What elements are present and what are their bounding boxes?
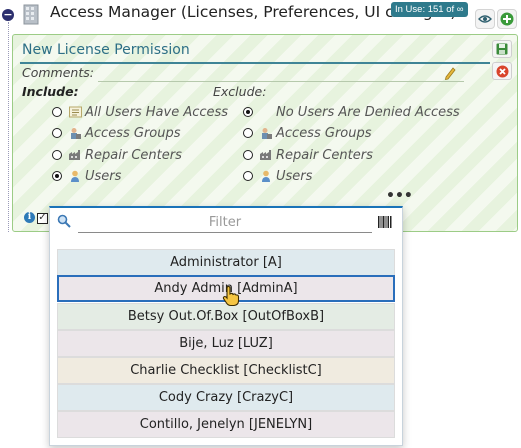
users-list-icon (68, 105, 82, 119)
eye-icon (478, 15, 492, 23)
save-button[interactable] (492, 40, 512, 58)
hand-cursor-icon (222, 285, 240, 307)
list-item[interactable]: Charlie Checklist [ChecklistC] (57, 357, 395, 384)
include-access-groups-radio[interactable]: Access Groups (52, 124, 181, 142)
exclude-option-label: No Users Are Denied Access (276, 104, 460, 120)
include-option-label: All Users Have Access (85, 104, 229, 120)
exclude-users-radio[interactable]: Users (243, 167, 312, 185)
license-usage-badge: In Use: 151 of ∞ (391, 2, 468, 17)
radio-button[interactable] (52, 128, 62, 138)
collapse-icon[interactable]: − (2, 9, 14, 21)
more-options-button[interactable]: ••• (386, 188, 413, 204)
building-icon (23, 4, 39, 25)
exclude-access-groups-radio[interactable]: Access Groups (243, 124, 372, 142)
exclude-none-radio[interactable]: No Users Are Denied Access (243, 103, 460, 121)
save-icon (496, 43, 508, 55)
section-divider (20, 62, 490, 64)
user-icon (68, 169, 82, 183)
radio-button[interactable] (52, 150, 62, 160)
plus-circle-icon (500, 12, 514, 26)
comments-field[interactable] (98, 66, 464, 82)
close-circle-icon (496, 65, 508, 77)
blank-icon-slot (259, 105, 273, 119)
include-users-radio[interactable]: Users (52, 167, 121, 185)
exclude-option-label: Access Groups (276, 125, 372, 141)
radio-button[interactable] (243, 128, 253, 138)
exclude-option-label: Users (276, 168, 313, 184)
list-item[interactable]: Administrator [A] (57, 249, 395, 276)
radio-button[interactable] (243, 150, 253, 160)
cancel-button[interactable] (492, 62, 512, 80)
list-item[interactable]: Betsy Out.Of.Box [OutOfBoxB] (57, 303, 395, 330)
add-button[interactable] (497, 9, 517, 29)
include-option-label: Access Groups (85, 125, 181, 141)
radio-button-selected[interactable] (243, 107, 253, 117)
access-group-icon (259, 126, 273, 140)
exclude-repair-centers-radio[interactable]: Repair Centers (243, 146, 373, 164)
barcode-icon[interactable] (378, 215, 392, 229)
user-icon (259, 169, 273, 183)
list-item[interactable]: Cody Crazy [CrazyC] (57, 384, 395, 411)
radio-button[interactable] (52, 107, 62, 117)
factory-icon (68, 148, 82, 162)
factory-icon (259, 148, 273, 162)
include-all-users-radio[interactable]: All Users Have Access (52, 103, 228, 121)
access-group-icon (68, 126, 82, 140)
exclude-option-label: Repair Centers (276, 147, 373, 163)
filter-input[interactable] (78, 213, 372, 233)
include-label: Include: (22, 84, 79, 99)
list-item[interactable]: Bije, Luz [LUZ] (57, 330, 395, 357)
list-item[interactable]: Contillo, Jenelyn [JENELYN] (57, 411, 395, 438)
view-button[interactable] (475, 9, 495, 29)
tree-guide-line (8, 22, 9, 232)
info-icon[interactable]: i (24, 212, 35, 223)
include-option-label: Repair Centers (85, 147, 182, 163)
radio-button[interactable] (243, 171, 253, 181)
include-repair-centers-radio[interactable]: Repair Centers (52, 146, 182, 164)
exclude-label: Exclude: (213, 84, 267, 99)
comments-label: Comments: (22, 65, 94, 80)
checkbox[interactable]: ✓ (37, 213, 48, 224)
radio-button-selected[interactable] (52, 171, 62, 181)
search-icon (57, 214, 71, 228)
section-title: New License Permission (22, 42, 190, 58)
pencil-icon[interactable] (443, 66, 457, 80)
include-option-label: Users (85, 168, 122, 184)
